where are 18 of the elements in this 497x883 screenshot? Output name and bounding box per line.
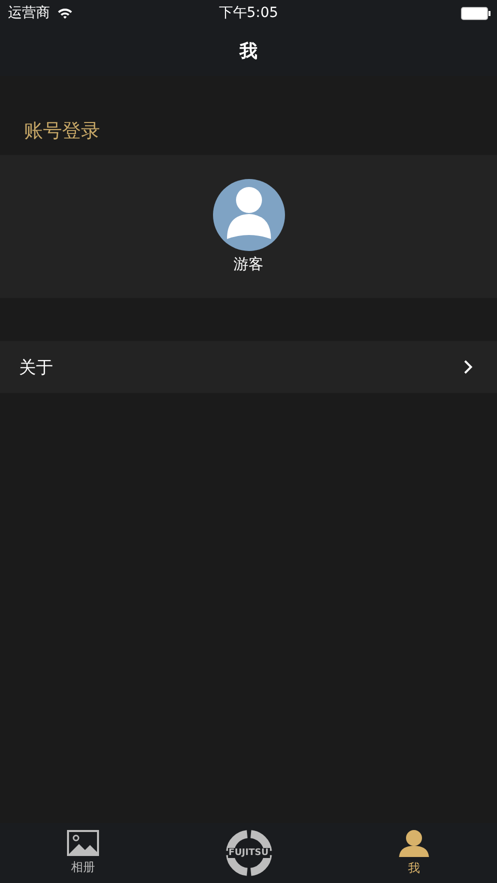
menu-label: 关于 — [19, 356, 53, 378]
menu-row[interactable]: 关于 — [0, 341, 497, 393]
wifi-icon — [57, 7, 73, 19]
chevron-icon — [463, 359, 473, 375]
logo-ring-icon — [224, 829, 272, 877]
section-header: 账号登录 — [23, 119, 101, 144]
tab-item[interactable]: 相册 — [0, 823, 166, 883]
tab-item[interactable]: FUJITSU — [166, 823, 332, 883]
avatar-icon — [212, 179, 284, 251]
battery-icon — [461, 6, 491, 20]
account-card[interactable]: 游客 — [0, 155, 497, 298]
status-time: 下午5:05 — [218, 4, 278, 22]
user-name: 游客 — [234, 255, 264, 274]
person-icon — [398, 829, 430, 857]
tab-item[interactable]: 我 — [331, 823, 497, 883]
page-title: 我 — [240, 40, 258, 63]
carrier-name: 运营商 — [8, 4, 50, 22]
image-icon — [66, 830, 99, 856]
